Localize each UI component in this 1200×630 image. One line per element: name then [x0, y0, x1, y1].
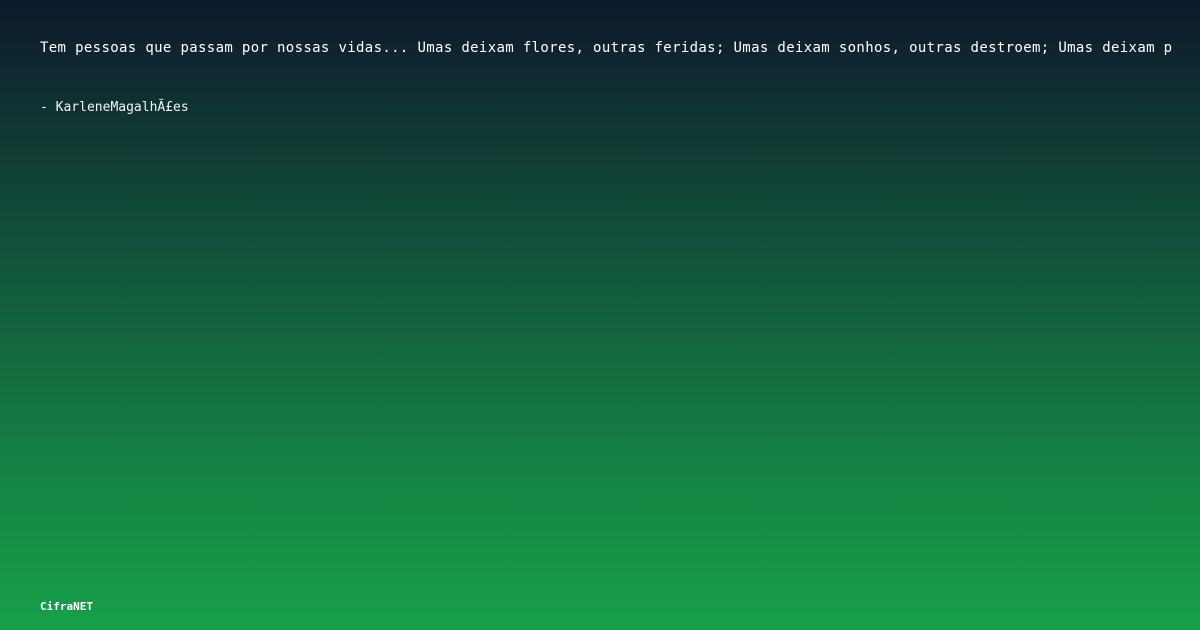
- quote-text: Tem pessoas que passam por nossas vidas.…: [40, 40, 1173, 56]
- brand-logo-text: CifraNET: [40, 600, 93, 613]
- quote-author: - KarleneMagalhÃ£es: [40, 100, 189, 115]
